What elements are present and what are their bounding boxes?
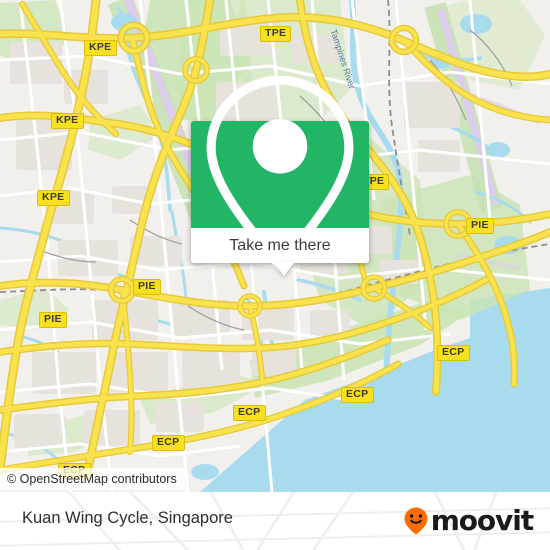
- callout-action-bar[interactable]: Take me there: [191, 228, 369, 276]
- take-me-there-label: Take me there: [229, 236, 331, 254]
- moovit-wordmark: moovit: [430, 504, 534, 537]
- openstreetmap-attribution[interactable]: © OpenStreetMap contributors: [0, 468, 185, 490]
- map-pin-icon: [206, 75, 354, 271]
- road-shield-pie: PIE: [39, 312, 67, 328]
- road-shield-kpe: KPE: [37, 190, 70, 206]
- callout-header: [191, 75, 369, 271]
- road-shield-pie: PIE: [466, 218, 494, 234]
- place-callout-popup[interactable]: Take me there: [191, 75, 369, 276]
- place-title: Kuan Wing Cycle, Singapore: [22, 509, 233, 527]
- callout-pointer-tail: [273, 262, 295, 276]
- road-shield-pie: PIE: [133, 279, 161, 295]
- map-canvas[interactable]: KPEKPEKPETPETPEPIEPIEPIEECPECPECPECPECP …: [0, 0, 550, 492]
- road-shield-ecp: ECP: [152, 435, 185, 451]
- road-shield-ecp: ECP: [437, 345, 470, 361]
- moovit-brand[interactable]: moovit: [401, 504, 534, 537]
- moovit-smiley-pin-icon: [404, 507, 428, 535]
- moovit-map-screenshot: KPEKPEKPETPETPEPIEPIEPIEECPECPECPECPECP …: [0, 0, 550, 550]
- footer-bar: Kuan Wing Cycle, Singapore moovit: [0, 492, 550, 550]
- road-shield-kpe: KPE: [84, 40, 117, 56]
- road-shield-kpe: KPE: [51, 113, 84, 129]
